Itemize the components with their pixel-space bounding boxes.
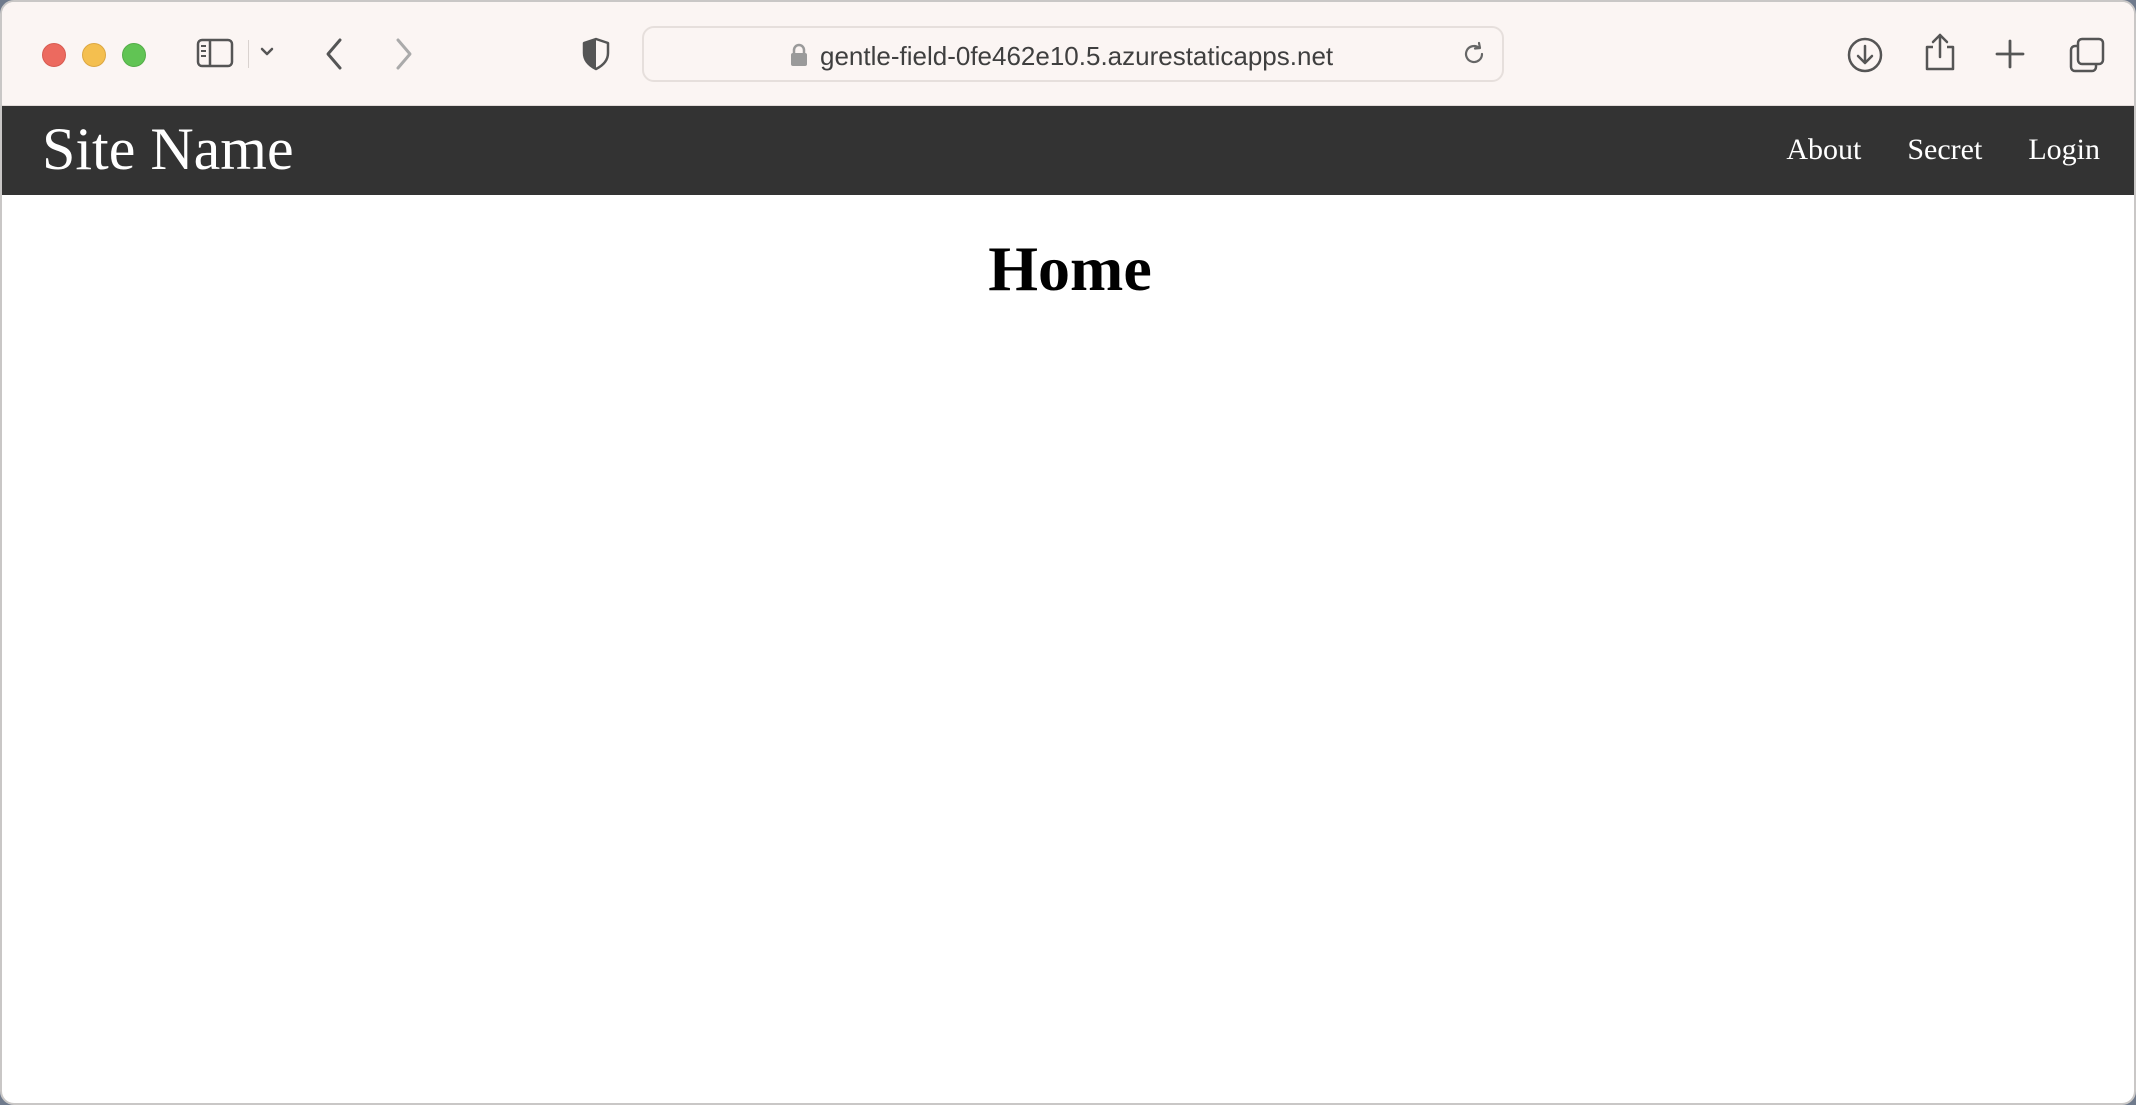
site-nav: About Secret Login [1786, 132, 2100, 168]
close-icon[interactable] [42, 43, 66, 67]
shield-icon[interactable] [580, 36, 612, 72]
site-header: Site Name About Secret Login [2, 106, 2134, 195]
plus-icon[interactable] [1994, 38, 2026, 70]
address-bar[interactable]: gentle-field-0fe462e10.5.azurestaticapps… [642, 26, 1504, 82]
reload-icon[interactable] [1460, 40, 1488, 73]
page-title: Home [988, 233, 1152, 304]
minimize-icon[interactable] [82, 43, 106, 67]
nav-secret-link[interactable]: Secret [1907, 132, 1982, 168]
forward-icon[interactable] [392, 36, 416, 72]
url-text: gentle-field-0fe462e10.5.azurestaticapps… [820, 41, 1334, 71]
browser-window: gentle-field-0fe462e10.5.azurestaticapps… [0, 0, 2136, 1105]
chevron-down-icon[interactable] [259, 46, 275, 58]
toolbar-divider [248, 40, 249, 68]
nav-about-link[interactable]: About [1786, 132, 1861, 168]
tabs-overview-icon[interactable] [2068, 36, 2106, 74]
nav-login-link[interactable]: Login [2028, 132, 2100, 168]
download-icon[interactable] [1846, 36, 1884, 74]
sidebar-icon[interactable] [196, 38, 234, 68]
lock-icon [790, 43, 808, 72]
zoom-icon[interactable] [122, 43, 146, 67]
site-name-link[interactable]: Site Name [42, 116, 294, 182]
browser-toolbar: gentle-field-0fe462e10.5.azurestaticapps… [2, 2, 2134, 106]
back-icon[interactable] [322, 36, 346, 72]
share-icon[interactable] [1922, 32, 1958, 72]
